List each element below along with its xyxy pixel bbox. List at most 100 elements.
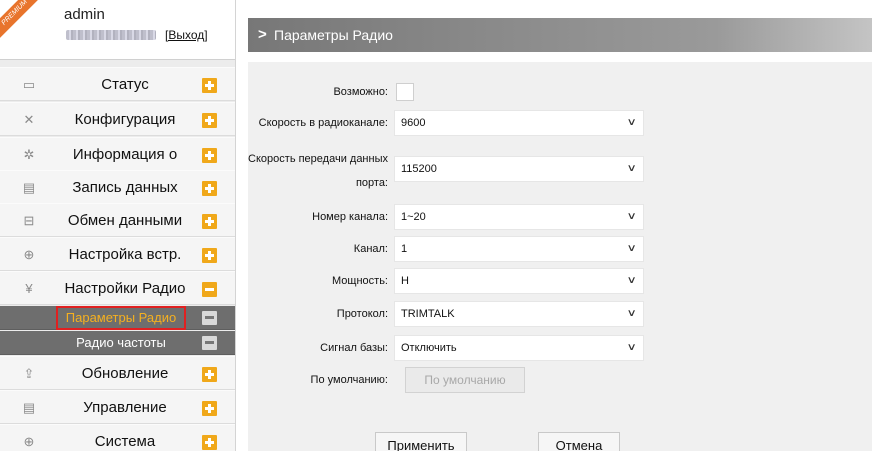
radio-icon: ¥ — [25, 281, 33, 296]
username: admin — [64, 6, 105, 23]
sidebar-item-label: Информация о — [72, 146, 178, 163]
expand-plus-icon[interactable] — [202, 248, 217, 263]
row-baud-rate: Скорость передачи данных порта: 115200 ∨ — [248, 153, 872, 194]
expand-plus-icon[interactable] — [202, 181, 217, 196]
sidebar-item-update[interactable]: ⇪ Обновление — [0, 356, 235, 390]
minus-icon[interactable] — [202, 336, 217, 350]
premium-ribbon: PREMIUM — [0, 0, 42, 40]
network-icon: ⊟ — [23, 213, 35, 228]
power-value: H — [401, 275, 409, 287]
sidebar-item-radio-settings[interactable]: ¥ Настройки Радио — [0, 271, 235, 305]
monitor-icon: ▭ — [22, 77, 36, 92]
row-base-signal: Сигнал базы: Отключить ∨ — [248, 335, 872, 361]
subitem-radio-frequencies[interactable]: Радио частоты — [0, 331, 235, 355]
enabled-label: Возможно: — [333, 86, 388, 98]
chevron-down-icon: ∨ — [626, 211, 637, 222]
expand-plus-icon[interactable] — [202, 401, 217, 416]
subitem-label: Радио частоты — [76, 335, 166, 350]
base-signal-select[interactable]: Отключить ∨ — [394, 335, 644, 361]
sidebar-item-label: Обмен данными — [67, 212, 183, 229]
chevron-down-icon: ∨ — [626, 308, 637, 319]
channel-label: Канал: — [353, 243, 388, 255]
baud-rate-value: 115200 — [401, 163, 437, 175]
sidebar-item-label: Обновление — [81, 365, 169, 382]
upload-icon: ⇪ — [23, 366, 35, 381]
globe-icon: ⊕ — [23, 434, 35, 449]
apply-button[interactable]: Применить — [375, 432, 467, 451]
channel-number-label: Номер канала: — [312, 211, 388, 223]
expand-plus-icon[interactable] — [202, 113, 217, 128]
channel-number-select[interactable]: 1~20 ∨ — [394, 204, 644, 230]
row-channel-number: Номер канала: 1~20 ∨ — [248, 204, 872, 230]
chart-icon: ▤ — [22, 400, 36, 415]
chevron-down-icon: ∨ — [626, 117, 637, 128]
row-protocol: Протокол: TRIMTALK ∨ — [248, 301, 872, 327]
sidebar-item-data-transfer[interactable]: ⊟ Обмен данными — [0, 203, 235, 237]
user-box: PREMIUM admin [Выход] — [0, 0, 235, 60]
air-rate-value: 9600 — [401, 117, 426, 129]
chart-icon: ▤ — [22, 180, 36, 195]
page-title-bar: > Параметры Радио — [248, 18, 872, 52]
sidebar-item-label: Настройка встр. — [68, 246, 182, 263]
sidebar-item-configuration[interactable]: ✕ Конфигурация — [0, 102, 235, 136]
minus-icon[interactable] — [202, 311, 217, 325]
sidebar: PREMIUM admin [Выход] ▭ Статус ✕ Конфигу… — [0, 0, 236, 451]
tools-icon: ✕ — [23, 112, 35, 127]
default-label: По умолчанию: — [310, 374, 388, 386]
chevron-down-icon: ∨ — [626, 275, 637, 286]
sidebar-item-label: Конфигурация — [74, 111, 176, 128]
web-ui-root: PREMIUM admin [Выход] ▭ Статус ✕ Конфигу… — [0, 0, 872, 451]
chevron-down-icon: ∨ — [626, 243, 637, 254]
protocol-select[interactable]: TRIMTALK ∨ — [394, 301, 644, 327]
enabled-checkbox[interactable] — [396, 83, 414, 101]
radio-parameters-form: Возможно: Скорость в радиоканале: 9600 ∨… — [248, 62, 872, 451]
satellite-icon: ✲ — [23, 147, 35, 162]
chevron-right-icon: > — [258, 26, 267, 43]
expand-plus-icon[interactable] — [202, 367, 217, 382]
channel-number-value: 1~20 — [401, 211, 426, 223]
logout-link[interactable]: [Выход] — [165, 28, 208, 42]
expand-plus-icon[interactable] — [202, 214, 217, 229]
channel-select[interactable]: 1 ∨ — [394, 236, 644, 262]
subitem-label-active: Параметры Радио — [56, 306, 186, 330]
base-signal-value: Отключить — [401, 342, 457, 354]
chevron-down-icon: ∨ — [626, 342, 637, 353]
expand-plus-icon[interactable] — [202, 435, 217, 450]
sidebar-item-management[interactable]: ▤ Управление — [0, 390, 235, 424]
sidebar-item-status[interactable]: ▭ Статус — [0, 67, 235, 101]
baud-rate-select[interactable]: 115200 ∨ — [394, 156, 644, 182]
collapse-minus-icon[interactable] — [202, 282, 217, 297]
air-rate-select[interactable]: 9600 ∨ — [394, 110, 644, 136]
row-default: По умолчанию: По умолчанию — [248, 367, 872, 393]
power-select[interactable]: H ∨ — [394, 268, 644, 294]
protocol-value: TRIMTALK — [401, 308, 455, 320]
subitem-radio-parameters[interactable]: Параметры Радио — [0, 306, 235, 330]
protocol-label: Протокол: — [336, 308, 388, 320]
main-content: > Параметры Радио Возможно: Скорость в р… — [248, 18, 872, 451]
sidebar-item-satellite-info[interactable]: ✲ Информация о — [0, 137, 235, 171]
row-enabled: Возможно: — [248, 79, 872, 105]
serial-number-blurred — [66, 30, 156, 40]
channel-value: 1 — [401, 243, 408, 255]
sidebar-item-embedded-settings[interactable]: ⊕ Настройка встр. — [0, 237, 235, 271]
expand-plus-icon[interactable] — [202, 148, 217, 163]
sidebar-item-data-recording[interactable]: ▤ Запись данных — [0, 170, 235, 204]
sidebar-item-label: Настройки Радио — [64, 280, 186, 297]
air-rate-label: Скорость в радиоканале: — [258, 117, 388, 129]
sidebar-item-label: Управление — [83, 399, 167, 416]
baud-label-line2: порта: — [355, 177, 388, 189]
sidebar-item-label: Система — [94, 433, 156, 450]
expand-plus-icon[interactable] — [202, 78, 217, 93]
globe-icon: ⊕ — [23, 247, 35, 262]
sidebar-item-label: Запись данных — [72, 179, 178, 196]
row-power: Мощность: H ∨ — [248, 268, 872, 294]
cancel-button[interactable]: Отмена — [538, 432, 620, 451]
chevron-down-icon: ∨ — [626, 163, 637, 174]
row-air-rate: Скорость в радиоканале: 9600 ∨ — [248, 110, 872, 136]
row-channel: Канал: 1 ∨ — [248, 236, 872, 262]
page-title: Параметры Радио — [274, 27, 393, 43]
baud-label-line1: Скорость передачи данных — [248, 153, 388, 165]
sidebar-item-system[interactable]: ⊕ Система — [0, 424, 235, 451]
restore-default-button[interactable]: По умолчанию — [405, 367, 525, 393]
base-signal-label: Сигнал базы: — [320, 342, 388, 354]
